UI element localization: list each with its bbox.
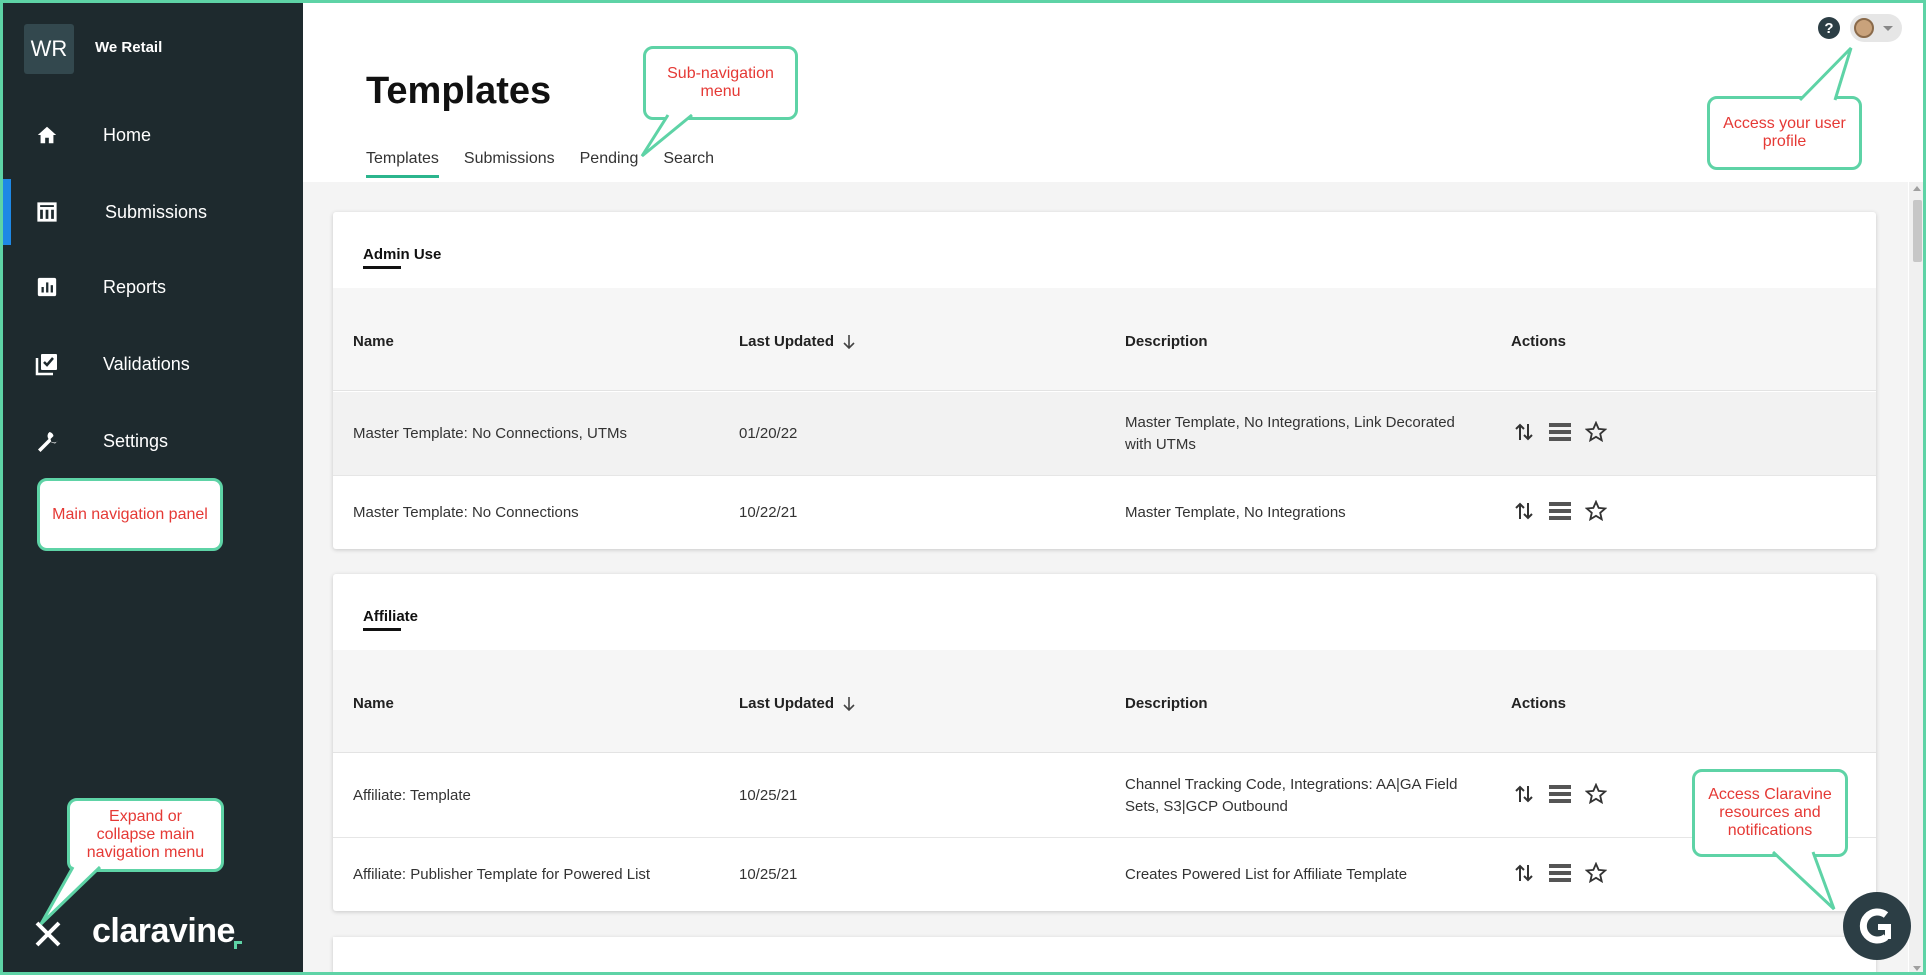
- column-header-label: Last Updated: [739, 695, 835, 712]
- scroll-down-icon[interactable]: [1913, 966, 1921, 971]
- sort-arrows-icon[interactable]: [1511, 498, 1537, 524]
- column-header-actions: Actions: [1511, 695, 1567, 712]
- column-header-label: Last Updated: [739, 333, 835, 350]
- claravine-logo: claravine: [92, 912, 235, 950]
- help-icon[interactable]: ?: [1818, 17, 1840, 39]
- callout-resources: Access Claravine resources and notificat…: [1692, 769, 1848, 857]
- row-name[interactable]: Master Template: No Connections: [353, 502, 579, 524]
- org-avatar[interactable]: WR: [24, 24, 74, 74]
- row-name[interactable]: Master Template: No Connections, UTMs: [353, 423, 627, 445]
- callout-user-profile: Access your user profile: [1707, 96, 1862, 170]
- list-icon[interactable]: [1547, 781, 1573, 807]
- column-header-last-updated[interactable]: Last Updated: [739, 333, 856, 350]
- bar-chart-icon: [33, 273, 61, 301]
- section-card-next: [333, 937, 1876, 975]
- callout-tail: [1771, 851, 1836, 911]
- row-name[interactable]: Affiliate: Template: [353, 785, 471, 807]
- table-header: Name Last Updated Description Actions: [333, 650, 1876, 753]
- callout-tail: [39, 866, 102, 926]
- row-last-updated: 01/20/22: [739, 425, 798, 442]
- row-last-updated: 10/25/21: [739, 866, 798, 883]
- row-last-updated: 10/25/21: [739, 787, 798, 804]
- scrollbar[interactable]: [1909, 182, 1926, 975]
- table-row[interactable]: Affiliate: Publisher Template for Powere…: [333, 838, 1876, 911]
- nav-item-label: Home: [103, 124, 152, 145]
- sort-arrows-icon[interactable]: [1511, 781, 1537, 807]
- claravine-resources-button[interactable]: [1843, 892, 1911, 960]
- table-header: Name Last Updated Description Actions: [333, 288, 1876, 391]
- wrench-icon: [33, 427, 61, 455]
- row-actions: [1511, 498, 1619, 524]
- org-name: We Retail: [95, 39, 163, 56]
- templates-content: Admin Use Name Last Updated Description …: [303, 182, 1908, 975]
- column-header-actions: Actions: [1511, 333, 1567, 350]
- tab-templates[interactable]: Templates: [366, 150, 439, 178]
- section-title: Admin Use: [363, 246, 442, 263]
- scroll-thumb[interactable]: [1913, 200, 1922, 262]
- star-icon[interactable]: [1583, 781, 1609, 807]
- nav-item-validations[interactable]: Validations: [0, 331, 303, 397]
- main-content: Templates Templates Submissions Pending …: [303, 0, 1926, 975]
- user-profile-button[interactable]: [1850, 14, 1902, 42]
- nav-item-label: Validations: [103, 353, 190, 374]
- checklist-icon: [33, 350, 61, 378]
- arrow-down-icon: [843, 334, 855, 349]
- callout-tail: [1798, 46, 1853, 102]
- row-actions: [1511, 781, 1619, 807]
- claravine-c-icon: [1859, 908, 1891, 944]
- chevron-down-icon: [1883, 26, 1893, 31]
- callout-main-navigation: Main navigation panel: [37, 478, 223, 551]
- table-row[interactable]: Affiliate: Template 10/25/21 Channel Tra…: [333, 754, 1876, 838]
- table-row[interactable]: Master Template: No Connections, UTMs 01…: [333, 392, 1876, 476]
- star-icon[interactable]: [1583, 498, 1609, 524]
- nav-item-label: Submissions: [105, 201, 208, 222]
- section-title: Affiliate: [363, 608, 419, 625]
- row-description: Channel Tracking Code, Integrations: AA|…: [1125, 776, 1458, 815]
- nav-item-label: Settings: [103, 430, 169, 451]
- column-header-last-updated[interactable]: Last Updated: [739, 695, 856, 712]
- nav-item-label: Reports: [103, 276, 167, 297]
- row-description: Master Template, No Integrations: [1125, 504, 1346, 521]
- list-icon[interactable]: [1547, 860, 1573, 886]
- row-name[interactable]: Affiliate: Publisher Template for Powere…: [353, 864, 650, 886]
- column-header-name[interactable]: Name: [353, 695, 394, 712]
- nav-item-home[interactable]: Home: [0, 102, 303, 168]
- row-actions: [1511, 860, 1619, 886]
- row-actions: [1511, 419, 1619, 445]
- column-header-description: Description: [1125, 695, 1208, 712]
- nav-item-submissions[interactable]: Submissions: [0, 179, 303, 245]
- scroll-up-icon[interactable]: [1913, 186, 1921, 191]
- nav-item-settings[interactable]: Settings: [0, 408, 303, 474]
- arrow-down-icon: [843, 696, 855, 711]
- star-icon[interactable]: [1583, 419, 1609, 445]
- column-header-name[interactable]: Name: [353, 333, 394, 350]
- callout-tail: [640, 114, 693, 158]
- list-icon[interactable]: [1547, 498, 1573, 524]
- logo-mark-icon: [234, 941, 242, 949]
- section-title-underline: [363, 628, 401, 631]
- star-icon[interactable]: [1583, 860, 1609, 886]
- callout-sub-navigation: Sub-navigation menu: [643, 46, 798, 120]
- section-title-underline: [363, 266, 401, 269]
- section-card-admin-use: Admin Use Name Last Updated Description …: [333, 212, 1876, 549]
- callout-expand-collapse: Expand or collapse main navigation menu: [67, 798, 224, 872]
- nav-item-reports[interactable]: Reports: [0, 254, 303, 320]
- table-row[interactable]: Master Template: No Connections 10/22/21…: [333, 476, 1876, 549]
- list-icon[interactable]: [1547, 419, 1573, 445]
- tab-pending[interactable]: Pending: [580, 150, 639, 178]
- column-header-description: Description: [1125, 333, 1208, 350]
- tab-submissions[interactable]: Submissions: [464, 150, 555, 178]
- avatar: [1854, 18, 1874, 38]
- sort-arrows-icon[interactable]: [1511, 860, 1537, 886]
- home-icon: [33, 121, 61, 149]
- row-last-updated: 10/22/21: [739, 504, 798, 521]
- row-description: Master Template, No Integrations, Link D…: [1125, 414, 1455, 453]
- table-icon: [33, 198, 61, 226]
- row-description: Creates Powered List for Affiliate Templ…: [1125, 866, 1408, 883]
- section-card-affiliate: Affiliate Name Last Updated Description …: [333, 574, 1876, 911]
- sort-arrows-icon[interactable]: [1511, 419, 1537, 445]
- active-indicator: [3, 179, 11, 245]
- page-title: Templates: [366, 70, 552, 112]
